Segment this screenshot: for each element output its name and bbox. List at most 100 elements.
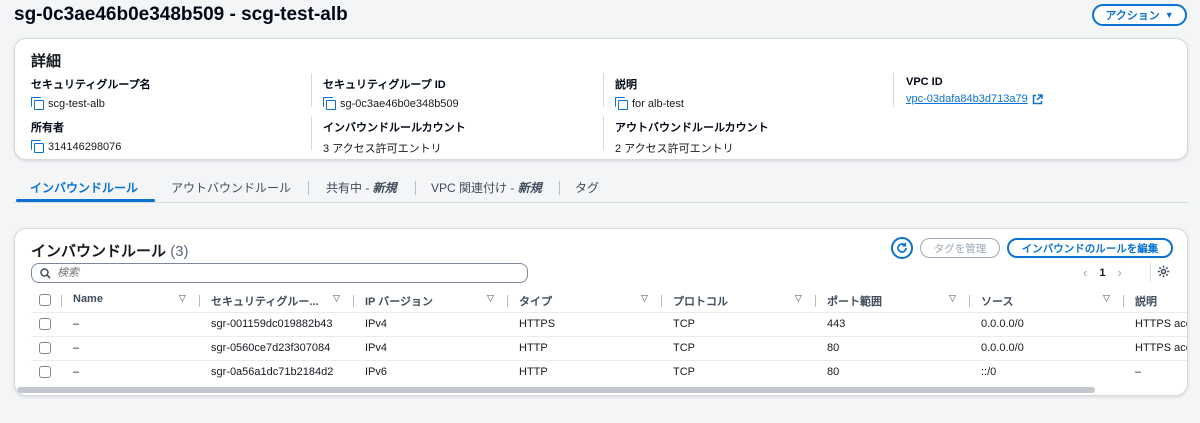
cell-description: –	[1135, 366, 1142, 378]
cell-type: HTTPS	[519, 318, 556, 330]
tab-vpc-associations[interactable]: VPC 関連付け - 新規	[431, 179, 542, 196]
column-header-description[interactable]: 説明	[1135, 293, 1157, 309]
field-value: sg-0c3ae46b0e348b509	[340, 97, 459, 110]
cell-name: –	[73, 342, 80, 354]
details-title: 詳細	[31, 53, 62, 70]
copy-icon[interactable]	[323, 97, 336, 110]
active-tab-indicator	[16, 199, 155, 202]
actions-button[interactable]: アクション ▼	[1092, 4, 1187, 26]
column-header-name[interactable]: Name	[73, 293, 103, 305]
column-header-port-range[interactable]: ポート範囲	[827, 293, 882, 309]
field-label: インバウンドルールカウント	[323, 122, 466, 134]
cell-type: HTTP	[519, 342, 548, 354]
page-title: sg-0c3ae46b0e348b509 - scg-test-alb	[14, 4, 348, 25]
tab-sharing[interactable]: 共有中 - 新規	[326, 179, 397, 196]
column-separator[interactable]	[507, 295, 508, 307]
column-separator[interactable]	[1123, 295, 1124, 307]
copy-icon[interactable]	[615, 97, 628, 110]
divider	[603, 116, 604, 150]
tab-separator	[559, 181, 560, 195]
cell-protocol: TCP	[673, 318, 695, 330]
field-label: セキュリティグループ名	[31, 79, 151, 91]
column-separator[interactable]	[815, 295, 816, 307]
new-badge: 新規	[517, 181, 542, 195]
table-header-row: Name ▽ セキュリティグルー... ▽ IP バージョン ▽ タイプ ▽ プ…	[31, 289, 1187, 312]
field-description: 説明 for alb-test	[615, 76, 885, 110]
cell-protocol: TCP	[673, 342, 695, 354]
cell-source: 0.0.0.0/0	[981, 318, 1024, 330]
sort-icon[interactable]: ▽	[487, 293, 494, 304]
select-all-checkbox[interactable]	[39, 294, 51, 306]
refresh-button[interactable]	[891, 237, 913, 259]
cell-name: –	[73, 318, 80, 330]
field-label: 説明	[615, 79, 637, 91]
search-field[interactable]	[31, 263, 528, 283]
tab-bar: インバウンドルール アウトバウンドルール 共有中 - 新規 VPC 関連付け -…	[14, 175, 1188, 203]
cell-port-range: 80	[827, 342, 840, 354]
cell-rule-id: sgr-0560ce7d23f307084	[211, 342, 331, 354]
next-page-icon[interactable]: ›	[1117, 265, 1121, 280]
field-sg-id: セキュリティグループ ID sg-0c3ae46b0e348b509	[323, 76, 593, 110]
column-header-ip-version[interactable]: IP バージョン	[365, 293, 433, 309]
gear-icon[interactable]	[1157, 265, 1170, 281]
table-row[interactable]: – sgr-0a56a1dc71b2184d2 IPv6 HTTP TCP 80…	[31, 360, 1187, 383]
tab-vpc-label: VPC 関連付け -	[431, 181, 518, 195]
column-separator[interactable]	[969, 295, 970, 307]
column-header-sg-rule[interactable]: セキュリティグルー...	[211, 293, 319, 309]
field-outbound-count: アウトバウンドルールカウント 2 アクセス許可エントリ	[615, 119, 885, 156]
tab-outbound-rules[interactable]: アウトバウンドルール	[171, 179, 291, 196]
tab-tags[interactable]: タグ	[575, 179, 599, 196]
field-vpc-id: VPC ID vpc-03dafa84b3d713a79	[906, 76, 1176, 105]
cell-port-range: 443	[827, 318, 846, 330]
new-badge: 新規	[372, 181, 397, 195]
edit-inbound-rules-button[interactable]: インバウンドのルールを編集	[1007, 238, 1173, 258]
row-checkbox[interactable]	[39, 318, 51, 330]
actions-label: アクション	[1105, 10, 1160, 22]
column-separator	[61, 295, 62, 307]
sort-icon[interactable]: ▽	[333, 293, 340, 304]
field-sg-name: セキュリティグループ名 scg-test-alb	[31, 76, 301, 110]
tab-inbound-rules[interactable]: インバウンドルール	[30, 179, 138, 196]
sort-icon[interactable]: ▽	[949, 293, 956, 304]
copy-icon[interactable]	[31, 140, 44, 153]
search-input[interactable]	[57, 267, 497, 279]
column-header-protocol[interactable]: プロトコル	[673, 293, 728, 309]
tab-separator	[308, 181, 309, 195]
sort-icon[interactable]: ▽	[179, 293, 186, 304]
manage-tags-button[interactable]: タグを管理	[920, 238, 1000, 258]
external-link-icon[interactable]	[1032, 93, 1043, 105]
sort-icon[interactable]: ▽	[641, 293, 648, 304]
cell-description: HTTPS acce	[1135, 318, 1187, 330]
cell-type: HTTP	[519, 366, 548, 378]
row-checkbox[interactable]	[39, 342, 51, 354]
column-separator[interactable]	[353, 295, 354, 307]
cell-rule-id: sgr-001159dc019882b43	[211, 318, 333, 330]
cell-rule-id: sgr-0a56a1dc71b2184d2	[211, 366, 334, 378]
details-panel: 詳細 セキュリティグループ名 scg-test-alb セキュリティグループ I…	[14, 38, 1188, 160]
prev-page-icon[interactable]: ‹	[1083, 265, 1087, 280]
field-value: 3 アクセス許可エントリ	[323, 143, 442, 155]
copy-icon[interactable]	[31, 97, 44, 110]
field-label: アウトバウンドルールカウント	[615, 122, 769, 134]
column-header-type[interactable]: タイプ	[519, 293, 552, 309]
vpc-id-link[interactable]: vpc-03dafa84b3d713a79	[906, 93, 1028, 105]
table-row[interactable]: – sgr-001159dc019882b43 IPv4 HTTPS TCP 4…	[31, 312, 1187, 335]
column-separator[interactable]	[199, 295, 200, 307]
cell-protocol: TCP	[673, 366, 695, 378]
horizontal-scrollbar[interactable]	[17, 387, 1095, 393]
cell-port-range: 80	[827, 366, 840, 378]
tab-separator	[415, 181, 416, 195]
field-value: scg-test-alb	[48, 97, 105, 110]
field-label: VPC ID	[906, 76, 943, 88]
row-checkbox[interactable]	[39, 366, 51, 378]
field-label: 所有者	[31, 122, 64, 134]
field-owner: 所有者 314146298076	[31, 119, 301, 153]
cell-ip-version: IPv4	[365, 318, 388, 330]
table-row[interactable]: – sgr-0560ce7d23f307084 IPv4 HTTP TCP 80…	[31, 336, 1187, 359]
sort-icon[interactable]: ▽	[795, 293, 802, 304]
tab-sharing-label: 共有中 -	[326, 181, 373, 195]
column-separator[interactable]	[661, 295, 662, 307]
column-header-source[interactable]: ソース	[981, 293, 1013, 309]
sort-icon[interactable]: ▽	[1103, 293, 1110, 304]
page-number[interactable]: 1	[1099, 267, 1105, 279]
